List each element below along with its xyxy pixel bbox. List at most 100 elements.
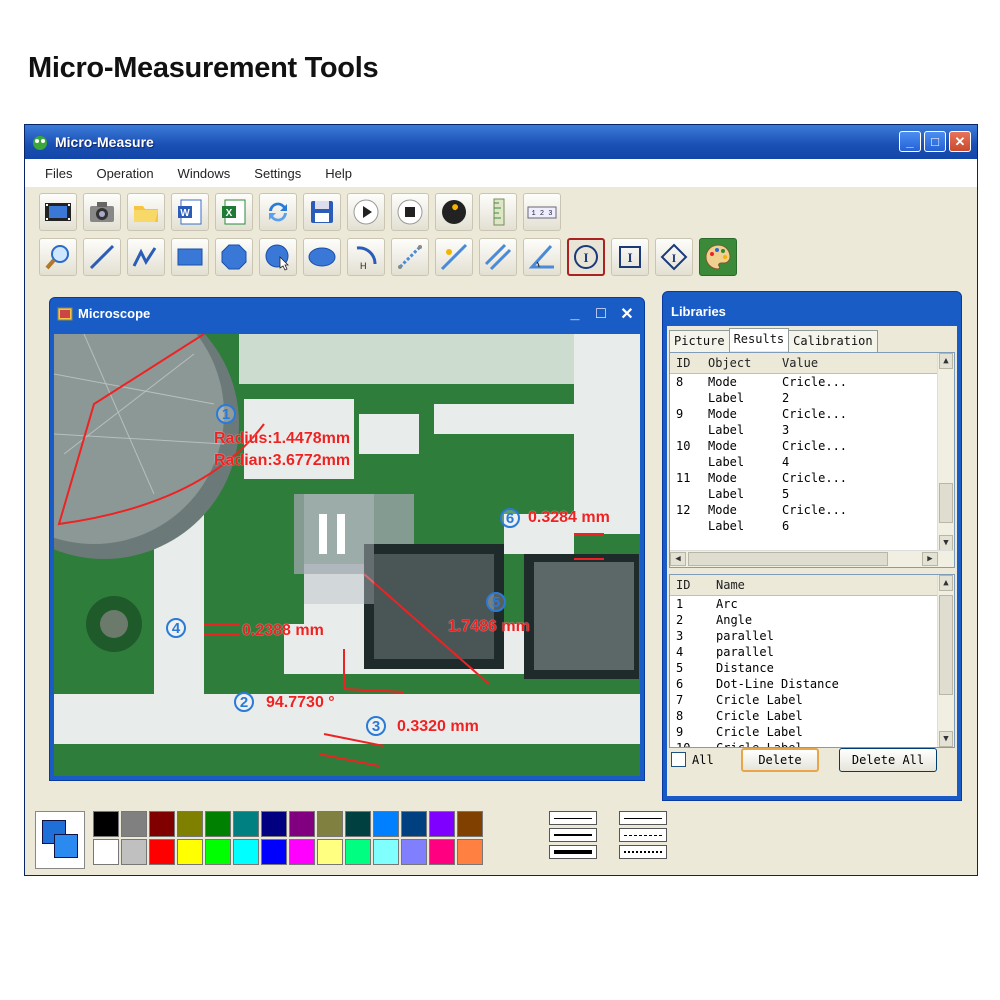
ellipse-tool-button[interactable] bbox=[303, 238, 341, 276]
color-swatch[interactable] bbox=[429, 811, 455, 837]
color-swatch[interactable] bbox=[457, 839, 483, 865]
color-swatch[interactable] bbox=[93, 811, 119, 837]
line-style-dashed[interactable] bbox=[619, 828, 667, 842]
objects-scroll-down-icon[interactable]: ▼ bbox=[939, 731, 953, 747]
color-swatch[interactable] bbox=[345, 811, 371, 837]
objects-col-name[interactable]: Name bbox=[716, 578, 916, 592]
minimize-button[interactable]: _ bbox=[899, 131, 921, 152]
color-palette-button[interactable] bbox=[699, 238, 737, 276]
table-row[interactable]: 4 parallel bbox=[670, 644, 954, 660]
microscope-minimize-button[interactable]: _ bbox=[564, 303, 586, 325]
measurement-parallel[interactable]: 0.3320 mm bbox=[397, 718, 479, 736]
color-swatch[interactable] bbox=[93, 839, 119, 865]
color-swatch[interactable] bbox=[289, 839, 315, 865]
line-width-medium[interactable] bbox=[549, 828, 597, 842]
color-swatch[interactable] bbox=[345, 839, 371, 865]
objects-scroll-up-icon[interactable]: ▲ bbox=[939, 575, 953, 591]
open-button[interactable] bbox=[127, 193, 165, 231]
results-table[interactable]: ID Object Value 8 Mode Cricle... Label 2 9 Mod… bbox=[669, 352, 955, 568]
dot-line-tool-button[interactable] bbox=[435, 238, 473, 276]
color-swatch[interactable] bbox=[149, 811, 175, 837]
marker-5[interactable]: 5 bbox=[486, 592, 506, 612]
table-row[interactable]: Label 4 bbox=[670, 454, 954, 470]
table-row[interactable]: 10 Cricle Label bbox=[670, 740, 954, 747]
settings-tool-button[interactable] bbox=[435, 193, 473, 231]
polygon-tool-button[interactable] bbox=[215, 238, 253, 276]
color-swatch[interactable] bbox=[373, 811, 399, 837]
color-swatch[interactable] bbox=[289, 811, 315, 837]
objects-col-id[interactable]: ID bbox=[670, 578, 716, 592]
table-row[interactable]: 8 Cricle Label bbox=[670, 708, 954, 724]
save-button[interactable] bbox=[303, 193, 341, 231]
scroll-right-icon[interactable]: ▶ bbox=[922, 552, 938, 566]
video-capture-button[interactable] bbox=[39, 193, 77, 231]
color-swatch[interactable] bbox=[205, 811, 231, 837]
menu-operation[interactable]: Operation bbox=[96, 166, 153, 181]
tab-results[interactable]: Results bbox=[728, 328, 790, 351]
color-swatch[interactable] bbox=[177, 839, 203, 865]
measurement-distance-4[interactable]: 0.2388 mm bbox=[242, 622, 324, 640]
objects-vertical-scrollbar[interactable]: ▲ ▼ bbox=[937, 575, 954, 747]
color-swatch[interactable] bbox=[149, 839, 175, 865]
measurement-radius[interactable]: Radius:1.4478mm bbox=[214, 430, 350, 448]
objects-table[interactable]: ID Name 1 Arc 2 Angle 3 parallel 4 parallel 5 Dis… bbox=[669, 574, 955, 748]
line-style-dotted[interactable] bbox=[619, 845, 667, 859]
table-row[interactable]: Label 5 bbox=[670, 486, 954, 502]
measurement-radian[interactable]: Radian:3.6772mm bbox=[214, 452, 350, 470]
table-row[interactable]: 9 Mode Cricle... bbox=[670, 406, 954, 422]
square-label-tool-button[interactable]: I bbox=[611, 238, 649, 276]
scroll-thumb[interactable] bbox=[939, 483, 953, 523]
table-row[interactable]: 5 Distance bbox=[670, 660, 954, 676]
hscroll-thumb[interactable] bbox=[688, 552, 888, 566]
measurement-distance-5[interactable]: 1.7486 mm bbox=[448, 618, 530, 636]
color-swatch[interactable] bbox=[317, 811, 343, 837]
close-button[interactable]: ✕ bbox=[949, 131, 971, 152]
angle-tool-button[interactable] bbox=[523, 238, 561, 276]
table-row[interactable]: 11 Mode Cricle... bbox=[670, 470, 954, 486]
diamond-label-tool-button[interactable]: I bbox=[655, 238, 693, 276]
table-row[interactable]: 9 Cricle Label bbox=[670, 724, 954, 740]
marker-3[interactable]: 3 bbox=[366, 716, 386, 736]
marker-2[interactable]: 2 bbox=[234, 692, 254, 712]
results-horizontal-scrollbar[interactable]: ◀ ▶ bbox=[670, 550, 954, 567]
color-swatch[interactable] bbox=[233, 811, 259, 837]
table-row[interactable]: 1 Arc bbox=[670, 596, 954, 612]
menu-help[interactable]: Help bbox=[325, 166, 352, 181]
line-tool-button[interactable] bbox=[83, 238, 121, 276]
color-swatch[interactable] bbox=[121, 811, 147, 837]
all-checkbox[interactable] bbox=[671, 752, 686, 767]
table-row[interactable]: 2 Angle bbox=[670, 612, 954, 628]
microscope-image[interactable]: 1 Radius:1.4478mm Radian:3.6772mm 2 94.7… bbox=[54, 334, 640, 776]
color-swatch[interactable] bbox=[317, 839, 343, 865]
measurement-distance-6[interactable]: 0.3284 mm bbox=[528, 509, 610, 527]
table-row[interactable]: Label 3 bbox=[670, 422, 954, 438]
snapshot-button[interactable] bbox=[83, 193, 121, 231]
tab-calibration[interactable]: Calibration bbox=[788, 330, 878, 353]
rectangle-tool-button[interactable] bbox=[171, 238, 209, 276]
tab-picture[interactable]: Picture bbox=[669, 330, 730, 353]
color-swatch[interactable] bbox=[401, 811, 427, 837]
line-style-solid[interactable] bbox=[619, 811, 667, 825]
menu-settings[interactable]: Settings bbox=[254, 166, 301, 181]
color-swatch[interactable] bbox=[261, 839, 287, 865]
scroll-down-icon[interactable]: ▼ bbox=[939, 535, 953, 551]
marker-1[interactable]: 1 bbox=[216, 404, 236, 424]
table-row[interactable]: 8 Mode Cricle... bbox=[670, 374, 954, 390]
maximize-button[interactable]: □ bbox=[924, 131, 946, 152]
polyline-tool-button[interactable] bbox=[127, 238, 165, 276]
menu-files[interactable]: Files bbox=[45, 166, 72, 181]
circle-tool-button[interactable] bbox=[259, 238, 297, 276]
color-swatch[interactable] bbox=[429, 839, 455, 865]
line-width-thick[interactable] bbox=[549, 845, 597, 859]
table-row[interactable]: 12 Mode Cricle... bbox=[670, 502, 954, 518]
color-swatch[interactable] bbox=[401, 839, 427, 865]
parallel-tool-button[interactable] bbox=[479, 238, 517, 276]
arc-tool-button[interactable]: H bbox=[347, 238, 385, 276]
stop-button[interactable] bbox=[391, 193, 429, 231]
microscope-maximize-button[interactable]: □ bbox=[590, 303, 612, 325]
table-row[interactable]: 10 Mode Cricle... bbox=[670, 438, 954, 454]
export-word-button[interactable]: W bbox=[171, 193, 209, 231]
table-row[interactable]: 6 Dot-Line Distance bbox=[670, 676, 954, 692]
delete-button[interactable]: Delete bbox=[741, 748, 819, 772]
table-row[interactable]: 7 Cricle Label bbox=[670, 692, 954, 708]
